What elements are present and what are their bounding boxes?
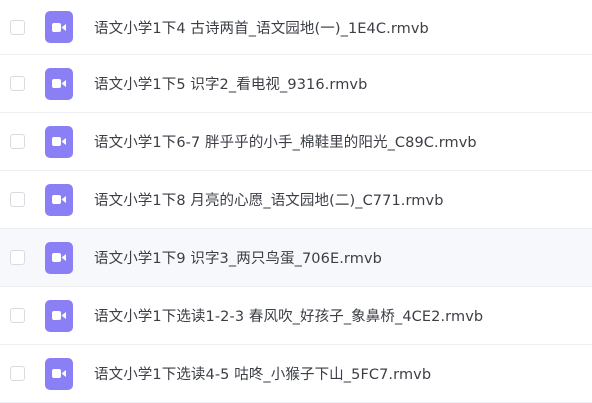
file-name[interactable]: 语文小学1下4 古诗两首_语文园地(一)_1E4C.rmvb (94, 17, 429, 38)
video-file-icon (45, 125, 73, 158)
file-name[interactable]: 语文小学1下选读4-5 咕咚_小猴子下山_5FC7.rmvb (94, 363, 431, 384)
video-file-icon (45, 11, 73, 43)
row-checkbox[interactable] (10, 366, 25, 381)
list-item[interactable]: 语文小学1下选读1-2-3 春风吹_好孩子_象鼻桥_4CE2.rmvb (0, 287, 592, 345)
row-checkbox[interactable] (10, 192, 25, 207)
video-file-icon (45, 67, 73, 100)
list-item[interactable]: 语文小学1下8 月亮的心愿_语文园地(二)_C771.rmvb (0, 171, 592, 229)
row-checkbox[interactable] (10, 76, 25, 91)
row-checkbox[interactable] (10, 250, 25, 265)
file-name[interactable]: 语文小学1下6-7 胖乎乎的小手_棉鞋里的阳光_C89C.rmvb (94, 131, 477, 152)
video-file-icon (45, 357, 73, 390)
file-name[interactable]: 语文小学1下8 月亮的心愿_语文园地(二)_C771.rmvb (94, 189, 444, 210)
file-name[interactable]: 语文小学1下9 识字3_两只鸟蛋_706E.rmvb (94, 247, 382, 268)
row-checkbox[interactable] (10, 19, 25, 35)
video-file-icon (45, 183, 73, 216)
list-item[interactable]: 语文小学1下6-7 胖乎乎的小手_棉鞋里的阳光_C89C.rmvb (0, 113, 592, 171)
file-name[interactable]: 语文小学1下5 识字2_看电视_9316.rmvb (94, 73, 367, 94)
video-file-icon (45, 299, 73, 332)
video-file-icon (45, 241, 73, 274)
row-checkbox[interactable] (10, 308, 25, 323)
row-checkbox[interactable] (10, 134, 25, 149)
list-item[interactable]: 语文小学1下5 识字2_看电视_9316.rmvb (0, 55, 592, 113)
list-item[interactable]: 语文小学1下9 识字3_两只鸟蛋_706E.rmvb (0, 229, 592, 287)
list-item[interactable]: 语文小学1下选读4-5 咕咚_小猴子下山_5FC7.rmvb (0, 345, 592, 403)
file-list: 语文小学1下4 古诗两首_语文园地(一)_1E4C.rmvb 语文小学1下5 识… (0, 0, 592, 403)
file-name[interactable]: 语文小学1下选读1-2-3 春风吹_好孩子_象鼻桥_4CE2.rmvb (94, 305, 483, 326)
list-item[interactable]: 语文小学1下4 古诗两首_语文园地(一)_1E4C.rmvb (0, 0, 592, 55)
